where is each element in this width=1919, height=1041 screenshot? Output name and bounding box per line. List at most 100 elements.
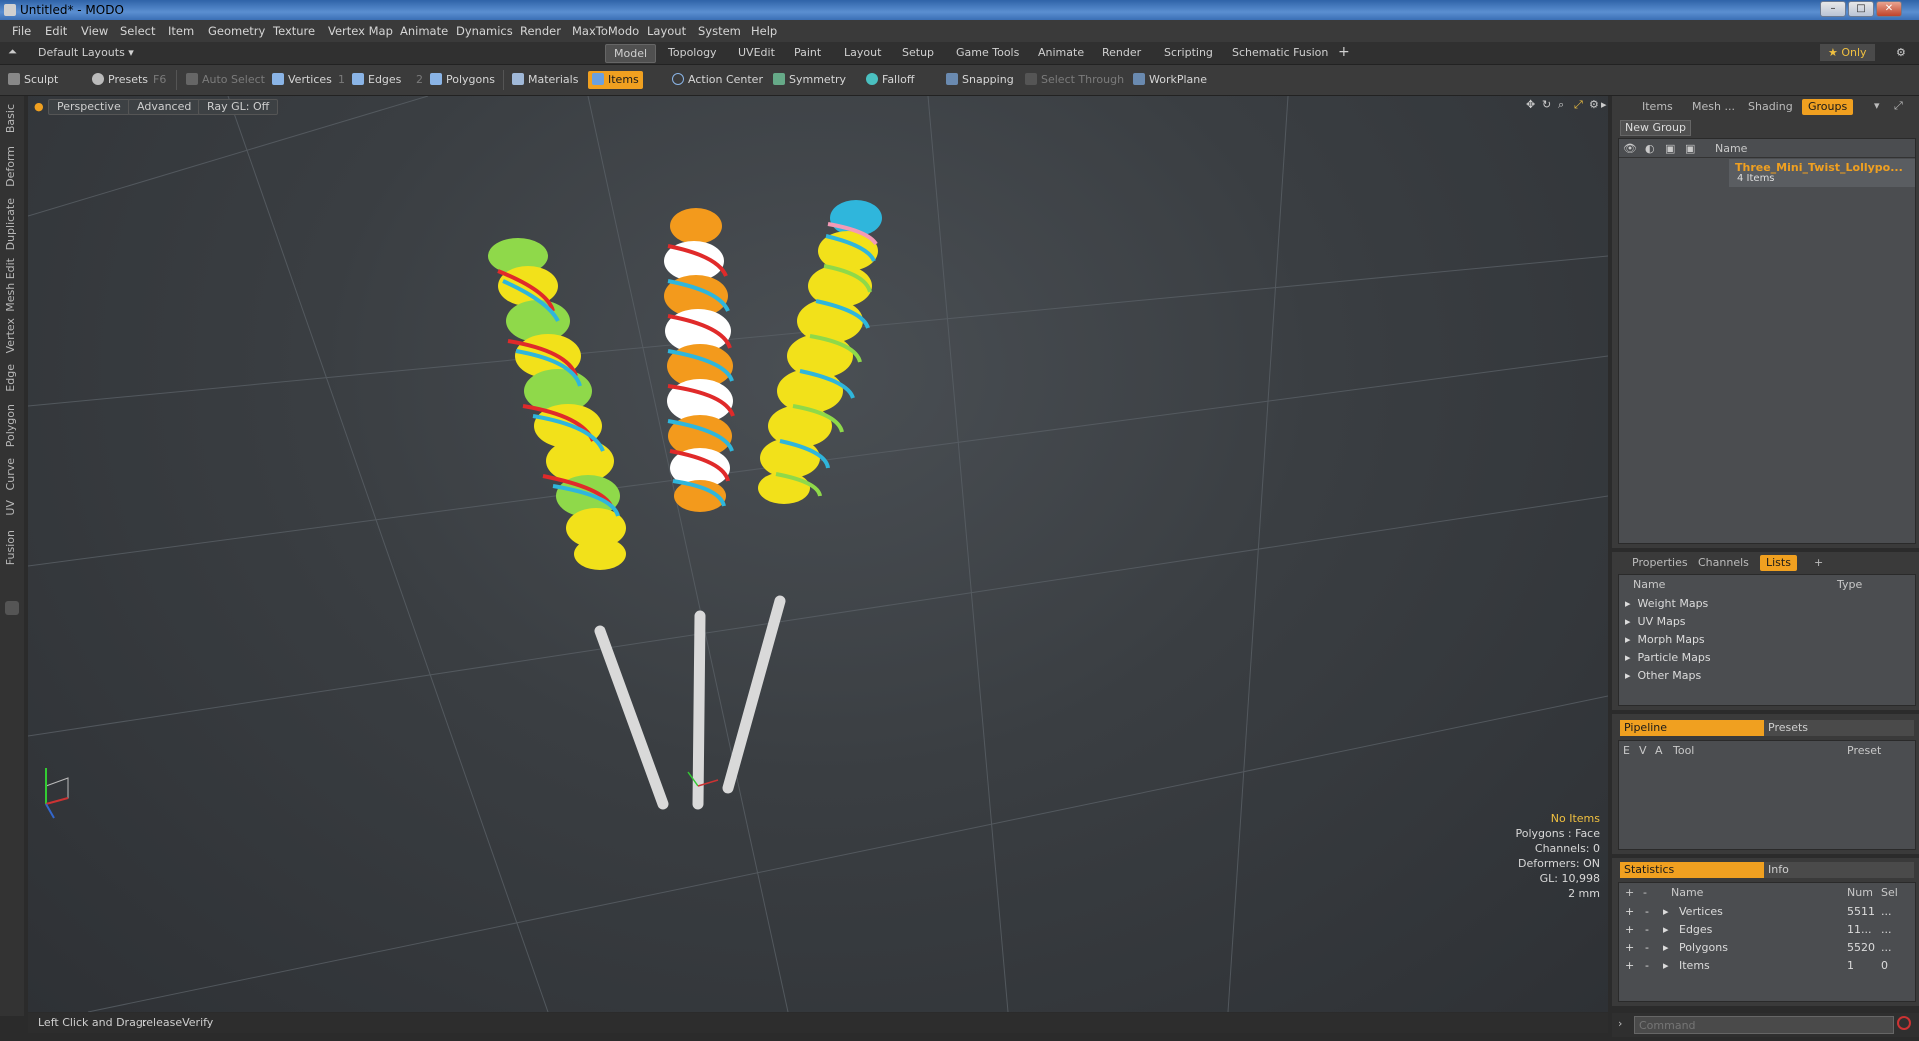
tab-schematic-fusion[interactable]: Schematic Fusion <box>1224 44 1336 61</box>
gear-icon[interactable]: ⚙ <box>1888 44 1914 61</box>
view-perspective-button[interactable]: Perspective <box>48 99 130 115</box>
tab-info[interactable]: Info <box>1764 862 1914 878</box>
fit-view-icon[interactable]: ⤢ <box>1574 98 1583 112</box>
tab-shading[interactable]: Shading <box>1748 99 1793 115</box>
menu-vertex-map[interactable]: Vertex Map <box>328 24 393 38</box>
3d-viewport[interactable]: No Items Polygons : Face Channels: 0 Def… <box>28 96 1608 1012</box>
tab-items[interactable]: Items <box>1642 99 1673 115</box>
presets-button[interactable]: Presets <box>92 71 148 89</box>
layout-up-icon[interactable]: ⏶ <box>8 45 17 59</box>
panel-expand-icon[interactable]: ⤢ <box>1894 99 1903 113</box>
vtab-duplicate[interactable]: Duplicate <box>4 198 17 250</box>
menu-system[interactable]: System <box>698 24 741 38</box>
tab-properties[interactable]: Properties <box>1632 555 1688 571</box>
vtab-mesh-edit[interactable]: Mesh Edit <box>4 258 17 312</box>
menu-geometry[interactable]: Geometry <box>208 24 265 38</box>
layouts-dropdown[interactable]: Default Layouts ▾ <box>30 44 142 61</box>
tab-scripting[interactable]: Scripting <box>1156 44 1221 61</box>
action-center-button[interactable]: Action Center <box>672 71 763 89</box>
tab-animate[interactable]: Animate <box>1030 44 1092 61</box>
list-item-morph-maps[interactable]: ▸ Morph Maps <box>1625 633 1705 646</box>
snapping-button[interactable]: Snapping <box>946 71 1014 89</box>
tab-topology[interactable]: Topology <box>660 44 725 61</box>
vtab-deform[interactable]: Deform <box>4 146 17 187</box>
tab-groups[interactable]: Groups <box>1802 99 1854 115</box>
only-toggle[interactable]: ★ Only <box>1820 44 1875 61</box>
tab-setup[interactable]: Setup <box>894 44 942 61</box>
minimize-button[interactable]: – <box>1820 1 1846 17</box>
add-tab-button[interactable]: + <box>1330 44 1358 61</box>
viewport-gear-icon[interactable]: ⚙ <box>1589 98 1599 111</box>
tab-render[interactable]: Render <box>1094 44 1149 61</box>
vtab-basic[interactable]: Basic <box>4 104 17 133</box>
menu-animate[interactable]: Animate <box>400 24 448 38</box>
zoom-view-icon[interactable]: ⌕ <box>1558 98 1564 112</box>
move-view-icon[interactable]: ✥ <box>1526 98 1535 111</box>
tab-game-tools[interactable]: Game Tools <box>948 44 1027 61</box>
tab-layout[interactable]: Layout <box>836 44 889 61</box>
edges-icon <box>352 73 364 85</box>
vtab-edge[interactable]: Edge <box>4 364 17 392</box>
add-panel-tab-button[interactable]: + <box>1814 555 1823 571</box>
list-item-particle-maps[interactable]: ▸ Particle Maps <box>1625 651 1711 664</box>
vtab-curve[interactable]: Curve <box>4 458 17 490</box>
tab-channels[interactable]: Channels <box>1698 555 1749 571</box>
materials-button[interactable]: Materials <box>512 71 578 89</box>
menu-select[interactable]: Select <box>120 24 155 38</box>
command-input[interactable] <box>1634 1016 1894 1034</box>
group-row[interactable]: Three_Mini_Twist_Lollypo... 4 Items <box>1729 159 1915 187</box>
menu-file[interactable]: File <box>12 24 31 38</box>
edges-button[interactable]: Edges <box>352 71 401 89</box>
menu-view[interactable]: View <box>81 24 108 38</box>
raygl-button[interactable]: Ray GL: Off <box>198 99 279 115</box>
panel-toggle-button[interactable] <box>5 601 19 615</box>
groups-list[interactable]: 👁 ◐ ▣ ▣ Name Three_Mini_Twist_Lollypo...… <box>1618 138 1916 544</box>
rotate-view-icon[interactable]: ↻ <box>1542 98 1551 111</box>
vtab-vertex[interactable]: Vertex <box>4 318 17 353</box>
vtab-polygon[interactable]: Polygon <box>4 404 17 447</box>
panel-menu-icon[interactable]: ▾ <box>1874 99 1880 112</box>
tab-paint[interactable]: Paint <box>786 44 829 61</box>
new-group-button[interactable]: New Group <box>1620 120 1691 136</box>
tab-model[interactable]: Model <box>605 44 657 63</box>
tab-statistics[interactable]: Statistics <box>1620 862 1764 878</box>
falloff-button[interactable]: Falloff <box>866 71 914 89</box>
menu-bar: File Edit View Select Item Geometry Text… <box>0 20 1919 42</box>
menu-item[interactable]: Item <box>168 24 194 38</box>
sculpt-button[interactable]: Sculpt <box>8 71 58 89</box>
statistics-table[interactable]: + - Name Num Sel + - ▸ Vertices 5511 ... +… <box>1618 882 1916 1002</box>
menu-maxtomodo[interactable]: MaxToModo <box>572 24 639 38</box>
symmetry-button[interactable]: Symmetry <box>773 71 846 89</box>
list-item-weight-maps[interactable]: ▸ Weight Maps <box>1625 597 1708 610</box>
ground-grid <box>28 96 1608 1012</box>
vtab-uv[interactable]: UV <box>4 500 17 516</box>
menu-edit[interactable]: Edit <box>45 24 67 38</box>
vertex-map-list[interactable]: Name Type ▸ Weight Maps ▸ UV Maps ▸ Morp… <box>1618 574 1916 706</box>
menu-render[interactable]: Render <box>520 24 561 38</box>
list-item-other-maps[interactable]: ▸ Other Maps <box>1625 669 1701 682</box>
list-item-uv-maps[interactable]: ▸ UV Maps <box>1625 615 1686 628</box>
workplane-button[interactable]: WorkPlane <box>1133 71 1207 89</box>
menu-texture[interactable]: Texture <box>273 24 315 38</box>
menu-layout[interactable]: Layout <box>647 24 686 38</box>
pipeline-list[interactable]: E V A Tool Preset <box>1618 740 1916 850</box>
maximize-button[interactable]: □ <box>1848 1 1874 17</box>
tab-uvedit[interactable]: UVEdit <box>730 44 783 61</box>
tab-presets[interactable]: Presets <box>1764 720 1914 736</box>
menu-dynamics[interactable]: Dynamics <box>456 24 513 38</box>
polygons-button[interactable]: Polygons <box>430 71 495 89</box>
vtab-fusion[interactable]: Fusion <box>4 530 17 565</box>
menu-help[interactable]: Help <box>751 24 777 38</box>
tab-lists[interactable]: Lists <box>1760 555 1797 571</box>
tab-pipeline[interactable]: Pipeline <box>1620 720 1764 736</box>
record-icon[interactable] <box>1897 1016 1911 1030</box>
tab-mesh[interactable]: Mesh ... <box>1692 99 1735 115</box>
items-button[interactable]: Items <box>588 71 643 89</box>
select-through-button[interactable]: Select Through <box>1025 71 1124 89</box>
close-button[interactable]: ✕ <box>1876 1 1902 17</box>
shading-advanced-button[interactable]: Advanced <box>128 99 201 115</box>
vertices-button[interactable]: Vertices <box>272 71 332 89</box>
auto-select-button[interactable]: Auto Select <box>186 71 265 89</box>
viewport-menu-icon[interactable]: ● <box>34 100 44 113</box>
viewport-expand-icon[interactable]: ▸ <box>1601 98 1607 111</box>
